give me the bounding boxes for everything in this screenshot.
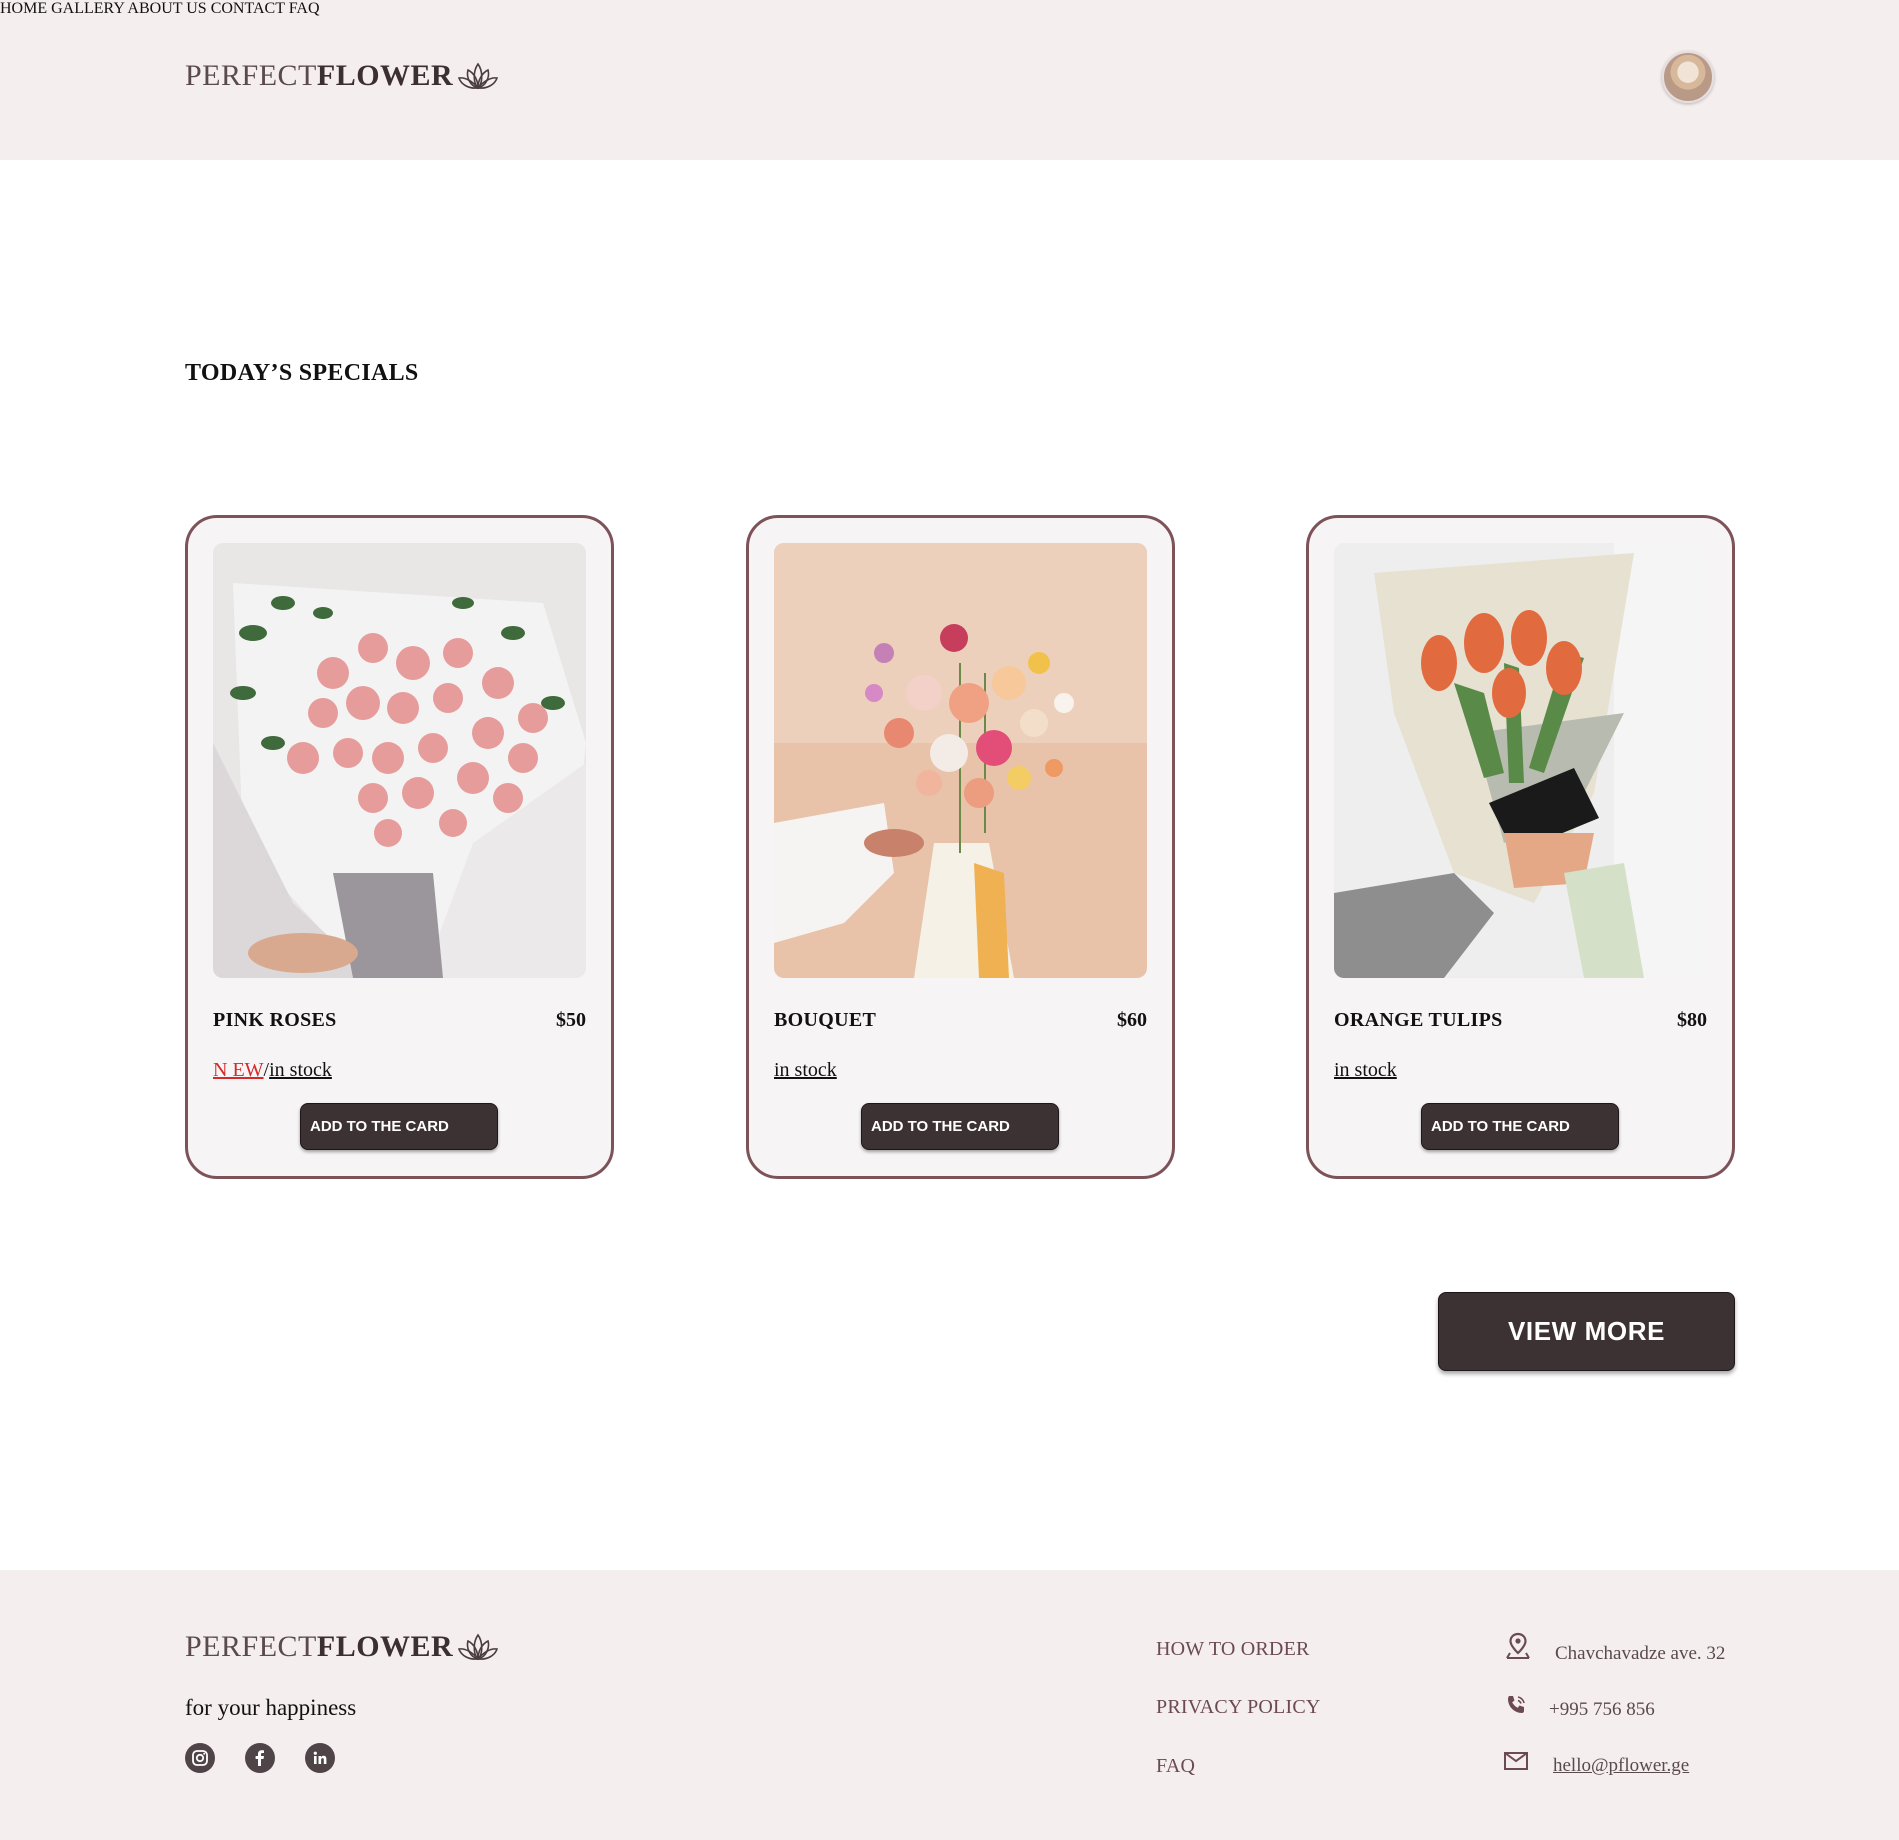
brand-light: PERFECT [185, 1630, 317, 1663]
stock-status: N EW/in stock [213, 1059, 332, 1082]
address-text: Chavchavadze ave. 32 [1555, 1643, 1726, 1664]
nav-gallery[interactable]: GALLERY [51, 0, 124, 17]
product-image-pink-roses[interactable] [213, 543, 586, 978]
main-nav: HOME GALLERY ABOUT US CONTACT FAQ [0, 0, 1899, 18]
add-to-cart-button[interactable]: ADD TO THE CARD [1421, 1103, 1619, 1150]
in-stock-link[interactable]: in stock [774, 1059, 837, 1081]
location-pin-icon [1506, 1632, 1530, 1659]
new-badge: N EW [213, 1059, 264, 1081]
add-to-cart-button[interactable]: ADD TO THE CARD [300, 1103, 498, 1150]
product-name: PINK ROSES [213, 1009, 337, 1031]
footer-brand-logo[interactable]: PERFECT FLOWER [185, 1630, 499, 1664]
email-link[interactable]: hello@pflower.ge [1553, 1755, 1689, 1777]
site-header: PERFECT FLOWER HOME GALLERY ABOUT US CONT… [0, 0, 1899, 160]
in-stock-link[interactable]: in stock [269, 1059, 332, 1081]
mail-icon [1504, 1752, 1528, 1770]
product-price: $80 [1677, 1009, 1707, 1031]
tagline: for your happiness [185, 1695, 357, 1720]
brand-light: PERFECT [185, 59, 317, 92]
brand-logo[interactable]: PERFECT FLOWER [185, 59, 499, 93]
product-card: PINK ROSES $50 N EW/in stock ADD TO THE … [185, 515, 614, 1179]
product-image-bouquet[interactable] [774, 543, 1147, 978]
nav-faq[interactable]: FAQ [289, 0, 320, 17]
nav-home[interactable]: HOME [0, 0, 47, 17]
avatar[interactable] [1662, 51, 1714, 103]
product-name: BOUQUET [774, 1009, 877, 1031]
product-price: $50 [556, 1009, 586, 1031]
in-stock-link[interactable]: in stock [1334, 1059, 1397, 1081]
section-title: TODAY’S SPECIALS [185, 360, 419, 386]
brand-bold: FLOWER [316, 59, 454, 92]
brand-bold: FLOWER [316, 1630, 454, 1663]
view-more-button[interactable]: VIEW MORE [1438, 1292, 1735, 1371]
add-to-cart-button[interactable]: ADD TO THE CARD [861, 1103, 1059, 1150]
facebook-icon[interactable] [245, 1743, 275, 1773]
linkedin-icon[interactable] [305, 1743, 335, 1773]
lotus-icon [458, 62, 499, 90]
stock-status: in stock [1334, 1059, 1397, 1082]
nav-contact[interactable]: CONTACT [211, 0, 285, 17]
lotus-icon [458, 1633, 499, 1661]
footer-link-how-to-order[interactable]: HOW TO ORDER [1156, 1638, 1310, 1661]
phone-icon [1508, 1696, 1525, 1713]
product-card: ORANGE TULIPS $80 in stock ADD TO THE CA… [1306, 515, 1735, 1179]
nav-about-us[interactable]: ABOUT US [127, 0, 206, 17]
product-card: BOUQUET $60 in stock ADD TO THE CARD [746, 515, 1175, 1179]
product-name: ORANGE TULIPS [1334, 1009, 1503, 1031]
instagram-icon[interactable] [185, 1743, 215, 1773]
footer-link-privacy-policy[interactable]: PRIVACY POLICY [1156, 1696, 1321, 1719]
site-footer: PERFECT FLOWER for your happiness HOW TO … [0, 1570, 1899, 1840]
footer-link-faq[interactable]: FAQ [1156, 1755, 1195, 1778]
product-price: $60 [1117, 1009, 1147, 1031]
stock-status: in stock [774, 1059, 837, 1082]
product-image-orange-tulips[interactable] [1334, 543, 1707, 978]
phone-text: +995 756 856 [1549, 1699, 1655, 1720]
